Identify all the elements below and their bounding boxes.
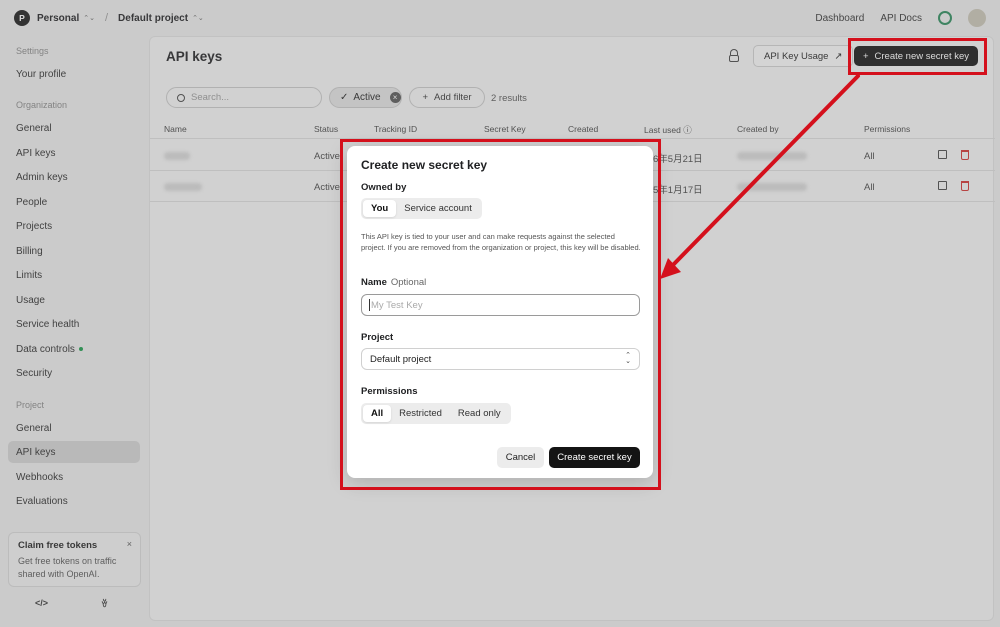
annotation-arrow <box>660 74 860 279</box>
